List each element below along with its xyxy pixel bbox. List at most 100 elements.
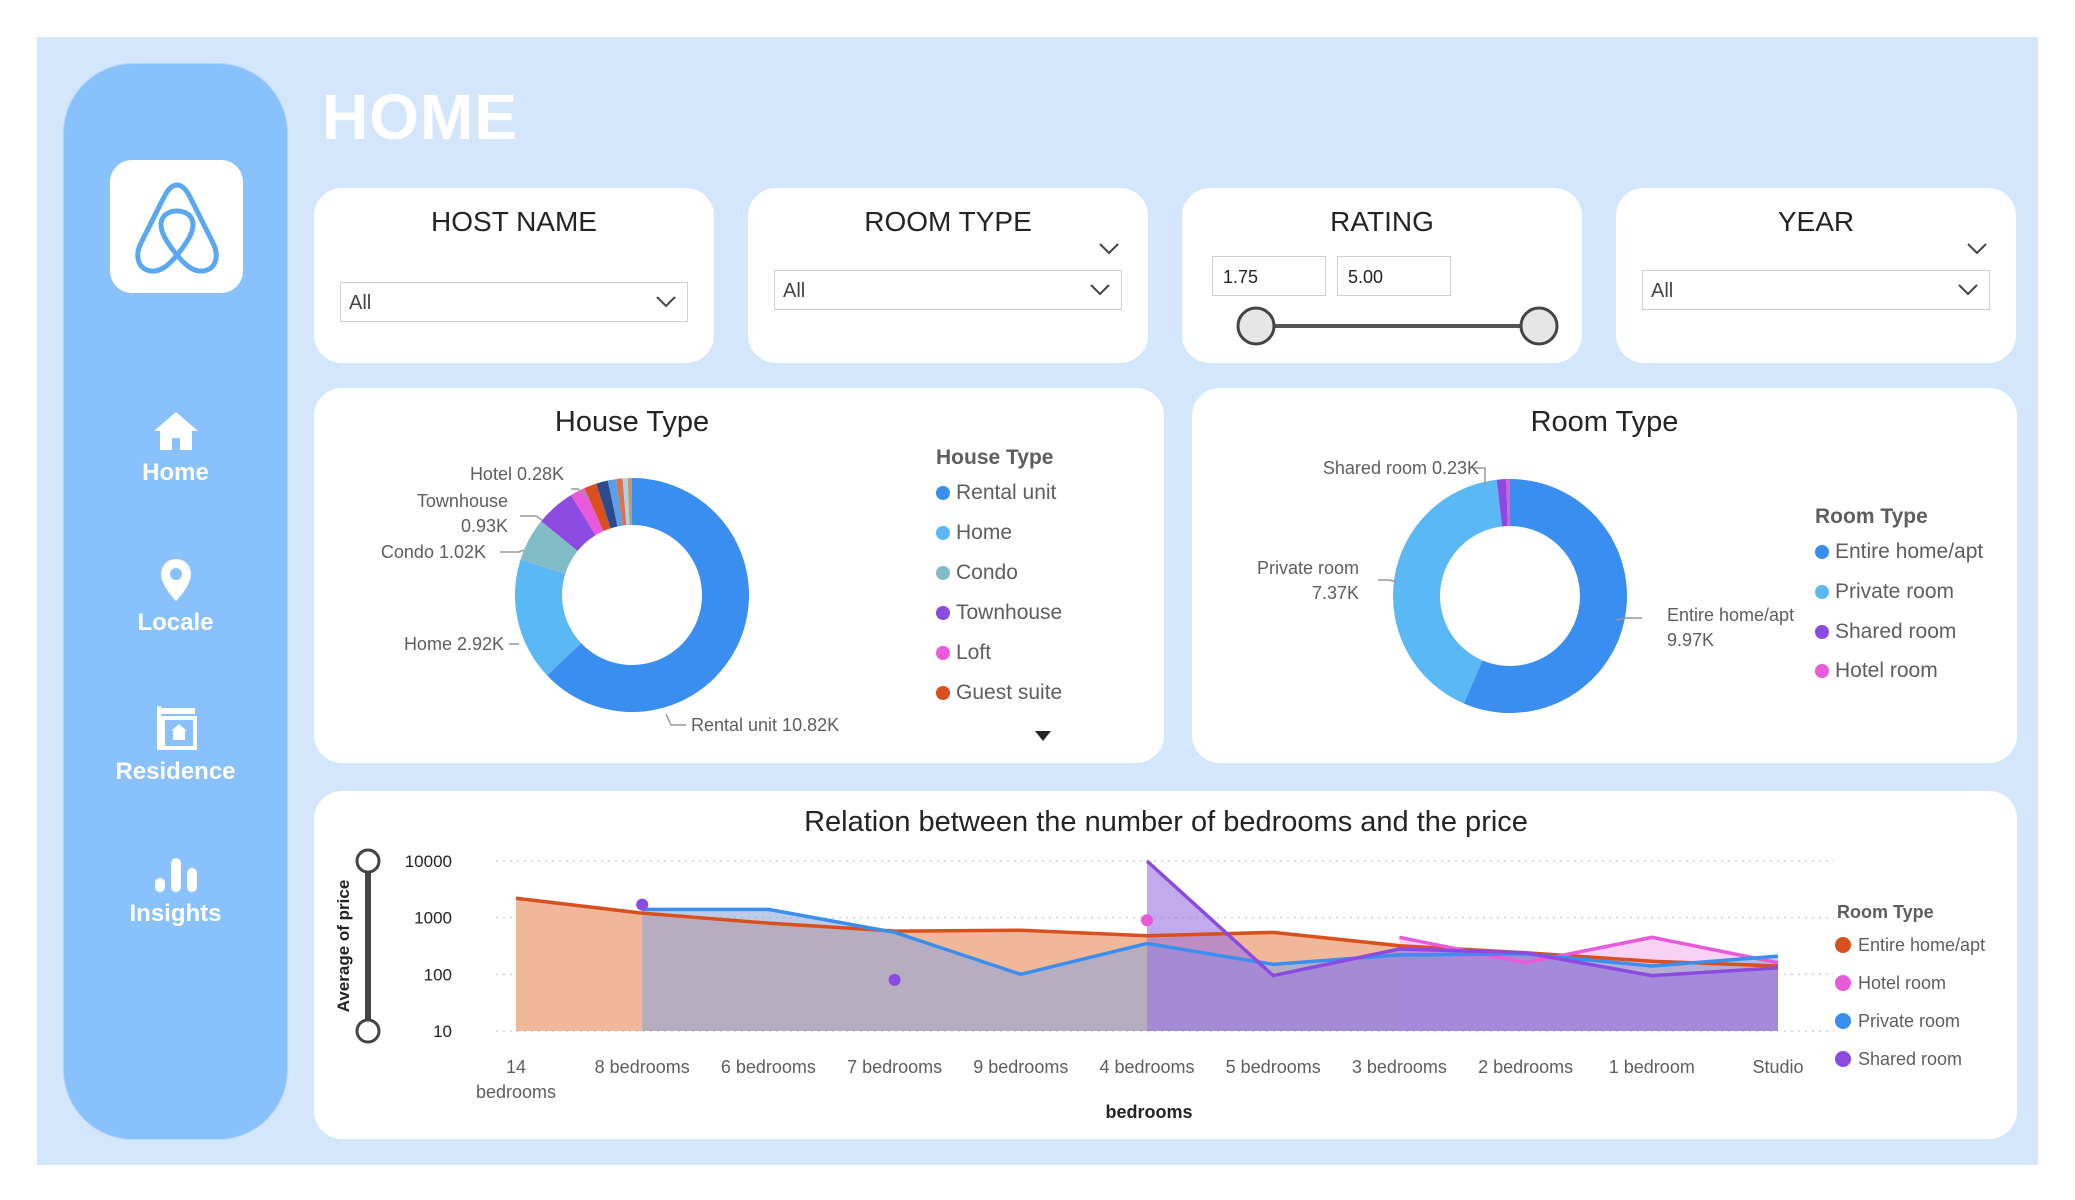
chart-title: Relation between the number of bedrooms …	[804, 806, 1528, 838]
room-type-donut[interactable]: Shared room 0.23K Private room 7.37K Ent…	[1192, 388, 2017, 763]
x-tick-label: 2 bedrooms	[1478, 1057, 1573, 1077]
rating-min-value: 1.75	[1223, 267, 1259, 287]
airbnb-logo-icon	[134, 181, 219, 274]
point-hotel-room	[1141, 914, 1153, 927]
label-hotel: Hotel 0.28K	[470, 464, 564, 484]
chevron-down-icon[interactable]	[1098, 240, 1120, 256]
legend-dot	[1835, 937, 1851, 953]
legend-label: Shared room	[1835, 620, 1957, 643]
bedrooms-price-chart[interactable]: Relation between the number of bedrooms …	[314, 791, 2017, 1139]
legend-item[interactable]: Hotel room	[1815, 659, 1938, 683]
logo-card[interactable]	[110, 160, 243, 293]
legend-dot	[936, 486, 950, 500]
chevron-down-icon	[656, 296, 676, 308]
residence-icon	[156, 706, 197, 750]
y-tick-label: 10000	[405, 852, 452, 871]
x-tick-label: 1 bedroom	[1609, 1057, 1695, 1077]
legend-item[interactable]: Rental unit	[936, 481, 1056, 505]
slicer-title: HOST NAME	[431, 206, 597, 237]
slicer-title: RATING	[1330, 206, 1434, 237]
legend-dot	[1815, 545, 1829, 559]
legend-label: Guest suite	[956, 681, 1063, 704]
x-tick-label: 7 bedrooms	[847, 1057, 942, 1077]
legend-dot	[936, 686, 950, 700]
label-condo: Condo 1.02K	[381, 542, 486, 562]
legend-label: Condo	[956, 561, 1018, 584]
x-tick-label: 8 bedrooms	[595, 1057, 690, 1077]
rating-min-input[interactable]: 1.75	[1212, 256, 1326, 296]
legend-title: House Type	[936, 446, 1054, 469]
legend-item[interactable]: Condo	[936, 561, 1018, 585]
point-shared-room	[888, 973, 901, 986]
nav-residence-label: Residence	[115, 758, 236, 785]
y-axis-title: Average of price	[334, 880, 353, 1013]
x-tick-label: bedrooms	[476, 1082, 556, 1102]
slider-max-handle	[1519, 306, 1559, 346]
label-private-room-value: 7.37K	[1312, 583, 1359, 603]
legend-dot	[936, 566, 950, 580]
page-title: HOME	[322, 81, 518, 153]
slicer-title: YEAR	[1777, 206, 1855, 237]
label-private-room: Private room	[1257, 558, 1359, 578]
legend-dot	[1835, 1013, 1851, 1029]
nav-locale-label: Locale	[137, 609, 214, 636]
legend-label: Home	[956, 521, 1013, 544]
host-name-slicer: HOST NAME All	[314, 188, 714, 363]
house-type-donut[interactable]: Rental unit 10.82K Home 2.92K Condo 1.02…	[314, 388, 1164, 763]
x-tick-label: Studio	[1752, 1057, 1803, 1077]
label-shared-room: Shared room 0.23K	[1323, 458, 1479, 478]
legend-item[interactable]: Guest suite	[936, 681, 1062, 705]
label-home: Home 2.92K	[404, 634, 504, 654]
room-type-card: Room Type Shared room 0.23K Private room…	[1192, 388, 2017, 763]
house-type-card: House Type Rental unit 10.82K Home 2.92K…	[314, 388, 1164, 763]
legend-dot	[1815, 664, 1829, 678]
legend-item[interactable]: Shared room	[1815, 620, 1956, 644]
rating-max-input[interactable]: 5.00	[1337, 256, 1451, 296]
room-type-slicer: ROOM TYPE All	[748, 188, 1148, 363]
legend-label: Shared room	[1858, 1049, 1962, 1069]
chevron-down-icon[interactable]	[1966, 240, 1988, 256]
y-tick-label: 100	[424, 965, 452, 984]
legend-scroll-down-icon[interactable]	[1034, 730, 1052, 742]
dropdown-value: All	[1651, 280, 1674, 302]
room-type-dropdown[interactable]: All	[774, 270, 1122, 310]
legend-item[interactable]: Entire home/apt	[1815, 540, 1983, 564]
legend-dot	[936, 606, 950, 620]
legend-title: Room Type	[1837, 902, 1934, 922]
legend-label: Entire home/apt	[1858, 935, 1985, 955]
slider-min-handle	[1236, 306, 1276, 346]
legend-item[interactable]: Home	[936, 521, 1012, 545]
legend-dot	[1815, 585, 1829, 599]
host-name-dropdown[interactable]: All	[340, 282, 688, 322]
legend-label: Townhouse	[956, 601, 1063, 624]
y-zoom-top-handle	[355, 848, 381, 874]
label-entire-home: Entire home/apt	[1667, 605, 1794, 625]
year-dropdown[interactable]: All	[1642, 270, 1990, 310]
dropdown-value: All	[349, 292, 372, 314]
x-tick-label: 4 bedrooms	[1099, 1057, 1194, 1077]
bar-chart-icon	[154, 858, 197, 892]
chevron-down-icon	[1958, 284, 1978, 296]
legend-dot	[936, 646, 950, 660]
label-rental-unit: Rental unit 10.82K	[691, 715, 839, 735]
legend-label: Rental unit	[956, 481, 1057, 504]
label-townhouse-value: 0.93K	[461, 516, 508, 536]
label-entire-home-value: 9.97K	[1667, 630, 1714, 650]
legend-item[interactable]: Private room	[1815, 580, 1954, 604]
nav-residence[interactable]: Residence	[64, 704, 287, 786]
year-slicer: YEAR All	[1616, 188, 2016, 363]
nav-insights[interactable]: Insights	[64, 854, 287, 928]
legend-dot	[936, 526, 950, 540]
legend-label: Loft	[956, 641, 992, 664]
legend-item[interactable]: Townhouse	[936, 601, 1062, 625]
rating-range-slider[interactable]	[1202, 302, 1562, 350]
sidebar: Home Locale Residence Insights	[63, 63, 288, 1140]
label-townhouse: Townhouse	[417, 491, 508, 511]
slicer-title: ROOM TYPE	[864, 206, 1032, 237]
rating-slicer: RATING 1.75 5.00	[1182, 188, 1582, 363]
chevron-down-icon	[1090, 284, 1110, 296]
bedrooms-price-card: Relation between the number of bedrooms …	[314, 791, 2017, 1139]
legend-label: Private room	[1835, 580, 1955, 603]
nav-locale[interactable]: Locale	[64, 557, 287, 637]
legend-item[interactable]: Loft	[936, 641, 991, 665]
